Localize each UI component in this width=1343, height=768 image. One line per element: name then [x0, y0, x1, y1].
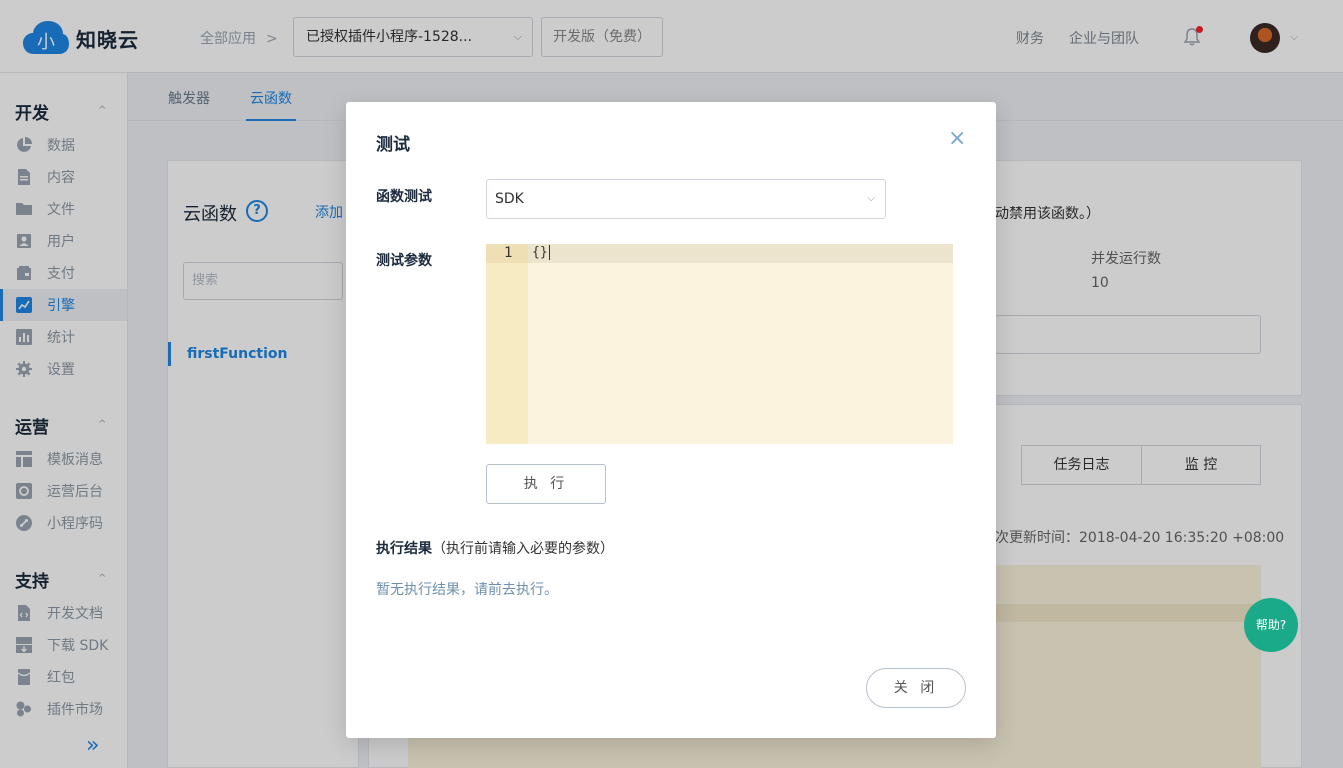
dialog-title: 测试	[376, 135, 410, 155]
editor-code[interactable]: {}	[532, 245, 550, 260]
editor-active-line	[486, 244, 953, 263]
function-test-value: SDK	[495, 191, 524, 207]
test-dialog: 测试 × 函数测试 SDK ⌵ 测试参数 1 {} 执 行 执行结果（执行前请输…	[346, 102, 996, 738]
line-number: 1	[504, 245, 513, 261]
result-empty-text: 暂无执行结果，请前去执行。	[376, 582, 558, 598]
result-title: 执行结果	[376, 541, 432, 557]
result-heading: 执行结果（执行前请输入必要的参数）	[376, 538, 614, 558]
test-params-editor[interactable]: 1 {}	[486, 244, 953, 444]
function-test-select[interactable]: SDK ⌵	[486, 179, 886, 219]
test-params-label: 测试参数	[376, 253, 432, 269]
help-button[interactable]: 帮助?	[1244, 598, 1298, 652]
run-button[interactable]: 执 行	[486, 464, 606, 504]
chevron-down-icon: ⌵	[867, 193, 875, 204]
result-hint: （执行前请输入必要的参数）	[432, 541, 614, 557]
editor-gutter	[486, 244, 528, 444]
close-icon[interactable]: ×	[948, 128, 966, 150]
function-test-label: 函数测试	[376, 189, 432, 205]
close-button[interactable]: 关 闭	[866, 668, 966, 708]
